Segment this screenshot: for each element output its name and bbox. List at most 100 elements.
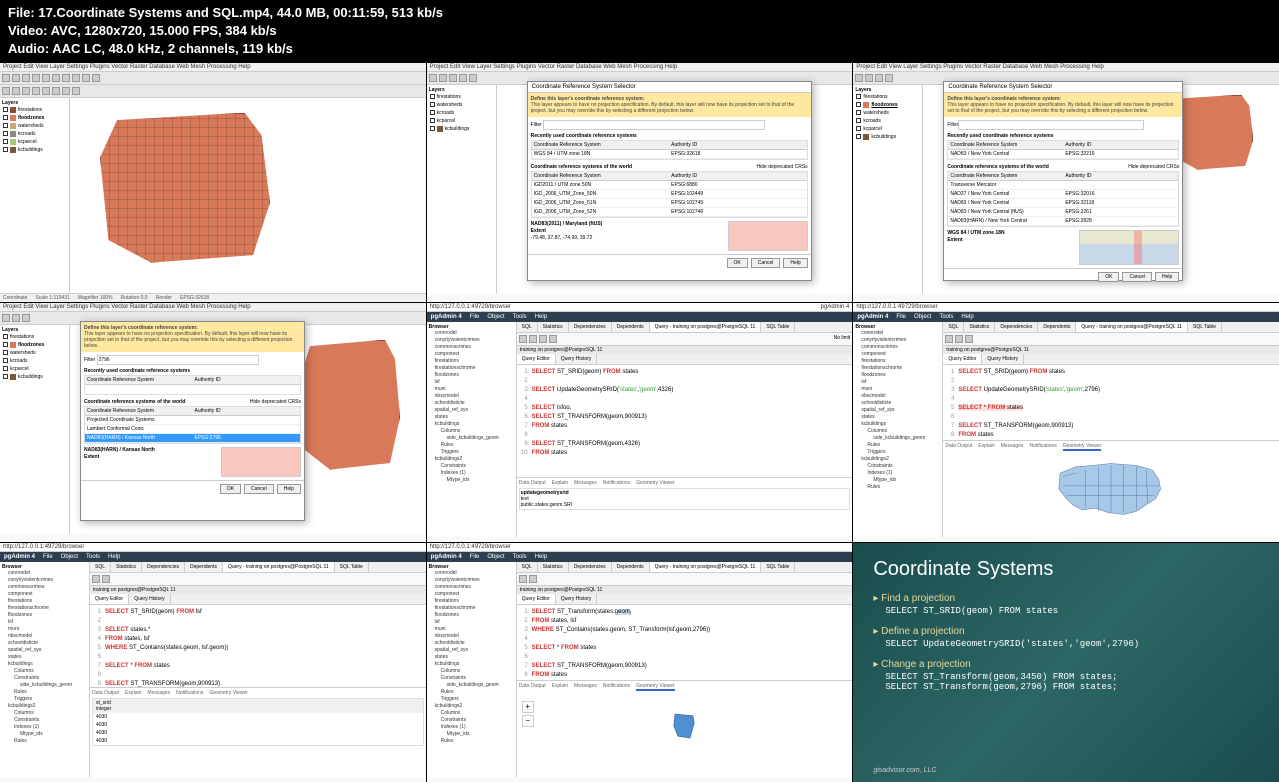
output-tab[interactable]: Data Output bbox=[519, 480, 546, 486]
tree-item[interactable]: lsf bbox=[2, 619, 87, 626]
tree-item[interactable]: firestations bbox=[855, 358, 940, 365]
tree-item[interactable]: componest bbox=[429, 351, 514, 358]
layer-item[interactable]: watersheds bbox=[2, 349, 67, 357]
ok-button[interactable]: OK bbox=[727, 258, 748, 268]
table-row[interactable]: Transverse Mercator bbox=[948, 181, 1178, 190]
tab-editor[interactable]: Query Editor bbox=[517, 594, 556, 604]
filter-input[interactable] bbox=[97, 355, 260, 365]
toolbar-icon[interactable] bbox=[855, 74, 863, 82]
tree-item[interactable]: conyrlyviolentcrimes bbox=[2, 577, 87, 584]
toolbar-icon[interactable] bbox=[62, 74, 70, 82]
tree-item[interactable]: firestationschrome bbox=[429, 365, 514, 372]
layer-item[interactable]: kcroads bbox=[855, 117, 920, 125]
sql-editor[interactable]: 1SELECT ST_SRID(geom) FROM lsf 2 3SELECT… bbox=[90, 605, 426, 687]
hide-deprecated[interactable]: Hide deprecated CRSs bbox=[1128, 164, 1179, 171]
qgis-menubar[interactable]: Project Edit View Layer Settings Plugins… bbox=[0, 63, 426, 72]
hide-deprecated[interactable]: Hide deprecated CRSs bbox=[250, 399, 301, 406]
hide-deprecated[interactable]: Hide deprecated CRSs bbox=[757, 164, 808, 171]
table-row[interactable]: Projected Coordinate Systems bbox=[85, 416, 300, 425]
table-row[interactable]: WGS 84 / UTM zone 18NEPSG:32618 bbox=[532, 150, 807, 159]
output-tab[interactable]: Notifications bbox=[603, 683, 630, 691]
table-row[interactable]: IGD_2006_UTM_Zone_52NEPSG:102746 bbox=[532, 208, 807, 217]
output-tab[interactable]: Geometry Viewer bbox=[636, 683, 675, 691]
menu-tools[interactable]: Tools bbox=[86, 554, 100, 560]
menu-help[interactable]: Help bbox=[535, 314, 547, 320]
query-toolbar[interactable] bbox=[90, 573, 426, 586]
tree-item[interactable]: conyrlyviolentcrimes bbox=[429, 337, 514, 344]
tree-item[interactable]: kcbuildings bbox=[2, 661, 87, 668]
tab-dependents[interactable]: Dependents bbox=[185, 562, 223, 572]
help-button[interactable]: Help bbox=[277, 484, 301, 494]
crs-selector-dialog[interactable]: Coordinate Reference System Selector Def… bbox=[527, 81, 812, 281]
tree-item[interactable]: side_kcbuildings_geom bbox=[855, 435, 940, 442]
tree-item[interactable]: commonscrimes bbox=[2, 584, 87, 591]
cancel-button[interactable]: Cancel bbox=[751, 258, 781, 268]
table-row[interactable]: IGD2011 / UTM zone 50NEPSG:6880 bbox=[532, 181, 807, 190]
qgis-menubar[interactable]: Project Edit View Layer Settings Plugins… bbox=[0, 303, 426, 312]
checkbox-icon[interactable] bbox=[856, 102, 861, 107]
tree-item[interactable]: connrodel bbox=[429, 330, 514, 337]
toolbar-icon[interactable] bbox=[92, 74, 100, 82]
tree-item[interactable]: nbscmodel bbox=[429, 393, 514, 400]
tree-item[interactable]: Constraints bbox=[2, 717, 87, 724]
tree-item[interactable]: firestationschrome bbox=[2, 605, 87, 612]
tab-deps[interactable]: Dependencies bbox=[142, 562, 185, 572]
tree-item[interactable]: floodzones bbox=[2, 612, 87, 619]
tree-item[interactable]: states bbox=[2, 654, 87, 661]
tree-item[interactable]: Triggers bbox=[2, 696, 87, 703]
tree-item[interactable]: Triggers bbox=[429, 696, 514, 703]
tree-item[interactable]: schooldisticte bbox=[429, 400, 514, 407]
toolbar-icon[interactable] bbox=[92, 575, 100, 583]
tree-item[interactable]: componest bbox=[2, 591, 87, 598]
tab-dependents[interactable]: Dependents bbox=[1038, 322, 1076, 332]
tree-item[interactable]: Mtype_idx bbox=[855, 477, 940, 484]
cancel-button[interactable]: Cancel bbox=[1122, 272, 1152, 282]
tree-item[interactable]: Columns bbox=[2, 668, 87, 675]
ok-button[interactable]: OK bbox=[220, 484, 241, 494]
checkbox-icon[interactable] bbox=[3, 374, 8, 379]
output-tab[interactable]: Messages bbox=[574, 480, 597, 486]
tab-sqltable[interactable]: SQL Table bbox=[761, 562, 795, 572]
toolbar-icon[interactable] bbox=[2, 74, 10, 82]
menu-help[interactable]: Help bbox=[535, 554, 547, 560]
checkbox-icon[interactable] bbox=[856, 126, 861, 131]
tree-item[interactable]: connrodel bbox=[2, 570, 87, 577]
layer-item[interactable]: kcbuildings bbox=[855, 133, 920, 141]
tree-item[interactable]: connrodel bbox=[855, 330, 940, 337]
tree-item[interactable]: commonscrimes bbox=[429, 584, 514, 591]
tree-item[interactable]: floodzones bbox=[429, 612, 514, 619]
tab-history[interactable]: Query History bbox=[556, 354, 598, 364]
output-tab[interactable]: Geometry Viewer bbox=[636, 480, 675, 486]
recent-crs-table[interactable]: Coordinate Reference SystemAuthority ID … bbox=[947, 140, 1179, 160]
layer-item[interactable]: floodzones bbox=[2, 341, 67, 349]
help-button[interactable]: Help bbox=[783, 258, 807, 268]
qgis-toolbar-2[interactable] bbox=[0, 85, 426, 98]
crs-selector-dialog[interactable]: Coordinate Reference System Selector Def… bbox=[943, 81, 1183, 281]
layer-item[interactable]: watersheds bbox=[855, 109, 920, 117]
checkbox-icon[interactable] bbox=[3, 123, 8, 128]
layer-item[interactable]: floodzones bbox=[2, 114, 67, 122]
tree-item[interactable]: nbscmodel bbox=[2, 633, 87, 640]
output-tab[interactable]: Data Output bbox=[92, 690, 119, 696]
toolbar-icon[interactable] bbox=[865, 74, 873, 82]
toolbar-icon[interactable] bbox=[519, 335, 527, 343]
tab-dependents[interactable]: Dependents bbox=[612, 562, 650, 572]
tree-item[interactable]: Rules bbox=[429, 689, 514, 696]
output-tab[interactable]: Explain bbox=[552, 683, 568, 691]
layers-panel[interactable]: Layers firestations floodzones watershed… bbox=[853, 85, 923, 294]
toolbar-icon[interactable] bbox=[519, 575, 527, 583]
tree-item[interactable]: Mtype_idx bbox=[429, 477, 514, 484]
tree-item[interactable]: conyrlyviolentcrimes bbox=[429, 577, 514, 584]
layer-item[interactable]: kcbuildings bbox=[2, 373, 67, 381]
sql-editor[interactable]: 1SELECT ST_SRID(geom) FROM states 2 3SEL… bbox=[943, 365, 1279, 440]
tree-item[interactable]: kcbuildings2 bbox=[855, 456, 940, 463]
tree-item[interactable]: conyrlyviolentcrimes bbox=[855, 337, 940, 344]
checkbox-icon[interactable] bbox=[3, 131, 8, 136]
tree-item[interactable]: Columns bbox=[855, 428, 940, 435]
output-tab[interactable]: Messages bbox=[574, 683, 597, 691]
layer-item[interactable]: firestations bbox=[429, 93, 494, 101]
qgis-menubar[interactable]: Project Edit View Layer Settings Plugins… bbox=[853, 63, 1279, 72]
layers-panel[interactable]: Layers firestations watersheds kcroads k… bbox=[427, 85, 497, 294]
table-row[interactable]: NAD27 / New York CentralEPSG:32016 bbox=[948, 190, 1178, 199]
menu-tools[interactable]: Tools bbox=[513, 554, 527, 560]
